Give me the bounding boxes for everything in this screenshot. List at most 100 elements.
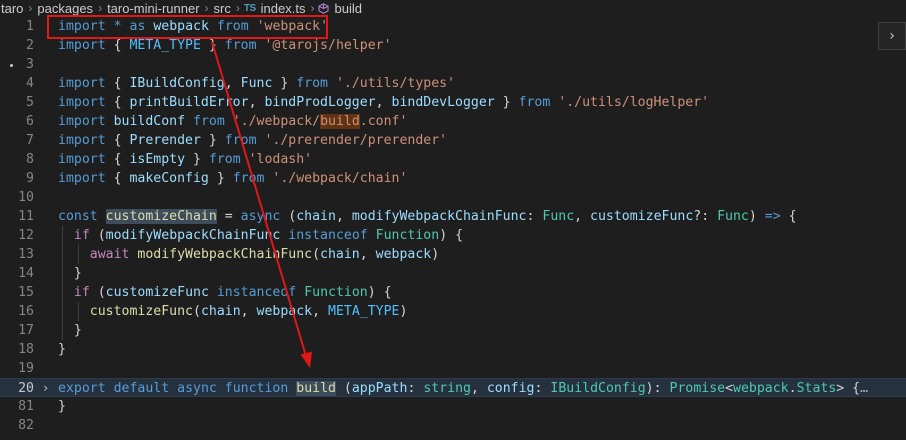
code-token: isEmpty <box>129 152 186 167</box>
code-line[interactable]: 20 › export default async function build (… <box>0 378 906 397</box>
code-token: , <box>335 209 352 224</box>
code-token: import <box>58 76 106 91</box>
code-token: } <box>494 95 519 110</box>
code-token: buildConf <box>113 114 186 129</box>
code-token: 'lodash' <box>248 152 313 167</box>
code-token: : <box>407 381 424 396</box>
line-number: 14 <box>18 266 34 281</box>
line-number: 81 <box>18 399 34 414</box>
chevron-right-icon: › <box>204 1 209 15</box>
code-token: ( <box>89 285 106 300</box>
code-token: IBuildConfig <box>129 76 225 91</box>
code-token: async <box>177 381 217 396</box>
code-token: './utils/logHelper' <box>558 95 710 110</box>
code-token: import <box>58 114 106 129</box>
line-number: 10 <box>18 190 34 205</box>
code-token: from <box>518 95 551 110</box>
line-number: 17 <box>18 323 34 338</box>
code-token: from <box>208 152 241 167</box>
code-token: './webpack/chain' <box>272 171 408 186</box>
code-token: chain <box>200 304 241 319</box>
code-token: './prerender/prerender' <box>264 133 448 148</box>
code-text: import { isEmpty } from 'lodash' <box>58 150 312 169</box>
line-number: 13 <box>18 247 34 262</box>
folded-ellipsis-button[interactable]: … <box>860 381 868 396</box>
code-token: printBuildError <box>129 95 249 110</box>
breadcrumb-item-packages[interactable]: packages <box>36 1 94 16</box>
code-line[interactable]: 10 <box>0 188 906 207</box>
line-number: 6 <box>26 114 34 129</box>
line-number: 12 <box>18 228 34 243</box>
code-token: if <box>73 285 90 300</box>
code-text: } <box>58 264 82 283</box>
code-line[interactable]: 15 if (customizeFunc instanceof Function… <box>0 283 906 302</box>
code-text: } <box>58 397 66 416</box>
typescript-file-icon: TS <box>243 2 256 14</box>
line-number: 4 <box>26 76 34 91</box>
code-line[interactable]: 5 import { printBuildError, bindProdLogge… <box>0 93 906 112</box>
code-line[interactable]: 13 await modifyWebpackChainFunc(chain, w… <box>0 245 906 264</box>
code-line[interactable]: 16 customizeFunc(chain, webpack, META_TY… <box>0 302 906 321</box>
code-token: ?: <box>693 209 718 224</box>
breadcrumb-item-file[interactable]: index.ts <box>260 1 307 16</box>
code-token: makeConfig <box>129 171 209 186</box>
code-token: import <box>58 95 106 110</box>
code-token: => <box>764 209 781 224</box>
code-line[interactable]: 82 <box>0 416 906 435</box>
code-line[interactable]: 9 import { makeConfig } from './webpack/c… <box>0 169 906 188</box>
code-token: > { <box>836 381 861 396</box>
breadcrumb-item-taro-mini-runner[interactable]: taro-mini-runner <box>106 1 200 16</box>
code-text: import { printBuildError, bindProdLogger… <box>58 93 709 112</box>
panel-toggle-button[interactable]: › <box>878 22 906 50</box>
breadcrumb-item-src[interactable]: src <box>213 1 232 16</box>
code-token: , <box>224 76 241 91</box>
code-line[interactable]: 8 import { isEmpty } from 'lodash' <box>0 150 906 169</box>
code-editor[interactable]: 1 import * as webpack from 'webpack' 2 impo… <box>0 17 906 440</box>
code-token: { <box>105 152 130 167</box>
fold-chevron-right-icon[interactable]: › <box>42 379 52 398</box>
code-text: import { IBuildConfig, Func } from './ut… <box>58 74 455 93</box>
code-line[interactable]: 19 <box>0 359 906 378</box>
line-number: 7 <box>26 133 34 148</box>
code-line[interactable]: 6 import buildConf from './webpack/build.… <box>0 112 906 131</box>
code-token: { <box>105 171 130 186</box>
breadcrumb-item-taro[interactable]: taro <box>0 1 24 16</box>
code-token: ) { <box>367 285 392 300</box>
code-token: , <box>375 95 392 110</box>
code-token: bindProdLogger <box>264 95 376 110</box>
code-token: ( <box>312 247 321 262</box>
breadcrumb-item-symbol[interactable]: build <box>333 1 362 16</box>
code-text: if (modifyWebpackChainFunc instanceof Fu… <box>58 226 463 245</box>
code-line[interactable]: 3 <box>0 55 906 74</box>
code-line[interactable]: 4 import { IBuildConfig, Func } from './u… <box>0 74 906 93</box>
code-token: ( <box>280 209 297 224</box>
line-number: 2 <box>26 38 34 53</box>
code-token: } <box>185 152 209 167</box>
code-token: ( <box>192 304 201 319</box>
code-line[interactable]: 17 } <box>0 321 906 340</box>
line-number: 18 <box>18 342 34 357</box>
symbol-method-icon <box>318 2 330 14</box>
code-token: config <box>486 381 535 396</box>
code-line[interactable]: 81} <box>0 397 906 416</box>
code-line[interactable]: 11 const customizeChain = async (chain, m… <box>0 207 906 226</box>
code-token: { <box>780 209 797 224</box>
code-line[interactable]: 7 import { Prerender } from './prerender/… <box>0 131 906 150</box>
code-token: customizeFunc <box>590 209 694 224</box>
code-text: } <box>58 340 66 359</box>
code-token: modifyWebpackChainFunc <box>105 228 281 243</box>
code-token: META_TYPE <box>328 304 400 319</box>
code-line[interactable]: 14 } <box>0 264 906 283</box>
code-token: IBuildConfig <box>550 381 646 396</box>
annotation-highlight-box <box>47 15 328 39</box>
code-token: default <box>113 381 170 396</box>
code-line[interactable]: 12 if (modifyWebpackChainFunc instanceof… <box>0 226 906 245</box>
code-line[interactable]: 18} <box>0 340 906 359</box>
